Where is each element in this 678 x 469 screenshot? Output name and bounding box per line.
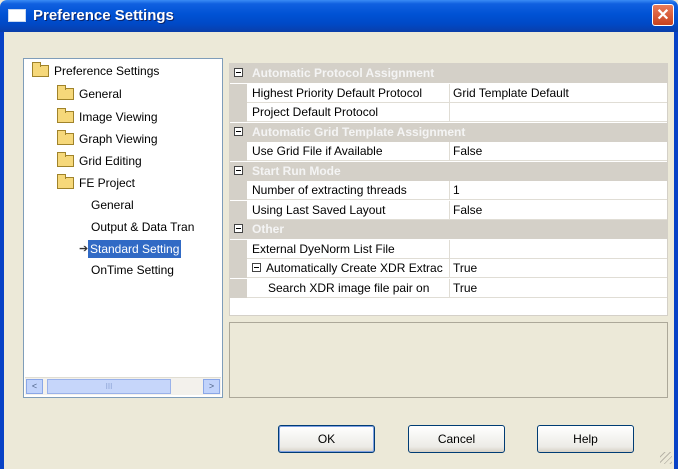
tree-horizontal-scrollbar[interactable]: < III > — [25, 377, 221, 395]
folder-icon — [57, 108, 74, 123]
column-divider[interactable] — [449, 103, 450, 122]
tree-item-label: FE Project — [79, 176, 136, 190]
row-gutter — [230, 259, 247, 278]
collapse-icon[interactable] — [234, 68, 243, 77]
row-gutter — [230, 83, 247, 103]
property-value[interactable]: 1 — [453, 183, 460, 197]
column-divider[interactable] — [449, 239, 450, 259]
property-row[interactable]: Highest Priority Default Protocol Grid Te… — [230, 83, 667, 103]
property-category[interactable]: Automatic Protocol Assignment — [230, 64, 667, 83]
help-button[interactable]: Help — [537, 425, 634, 453]
property-row[interactable]: Search XDR image file pair on True — [230, 278, 667, 298]
title-bar: Preference Settings ✕ — [0, 0, 678, 32]
property-row[interactable]: Use Grid File if Available False — [230, 142, 667, 161]
column-divider[interactable] — [449, 83, 450, 103]
folder-icon — [57, 85, 74, 100]
window-title: Preference Settings — [33, 7, 174, 24]
ok-button[interactable]: OK — [278, 425, 375, 453]
property-row[interactable]: Automatically Create XDR Extrac True — [230, 259, 667, 278]
property-row[interactable]: Using Last Saved Layout False — [230, 200, 667, 220]
category-label: Automatic Grid Template Assignment — [252, 124, 466, 139]
row-gutter — [230, 278, 247, 298]
resize-grip[interactable] — [660, 452, 672, 464]
property-row[interactable]: Number of extracting threads 1 — [230, 181, 667, 200]
column-divider[interactable] — [449, 278, 450, 298]
preference-tree[interactable]: < III > Preference Settings General Image … — [23, 58, 223, 398]
row-gutter — [230, 142, 247, 161]
tree-item-label: Standard Setting — [88, 240, 182, 258]
property-category[interactable]: Automatic Grid Template Assignment — [230, 122, 667, 142]
tree-item-label: Graph Viewing — [79, 132, 158, 146]
property-category[interactable]: Start Run Mode — [230, 161, 667, 181]
property-name: Use Grid File if Available — [252, 144, 383, 158]
scroll-thumb[interactable]: III — [47, 379, 171, 394]
collapse-icon[interactable] — [252, 263, 261, 272]
property-value[interactable]: True — [453, 281, 477, 295]
tree-item-label: Preference Settings — [54, 64, 160, 78]
description-panel — [229, 322, 668, 398]
property-value[interactable]: True — [453, 261, 477, 275]
folder-icon — [57, 130, 74, 145]
property-name: Search XDR image file pair on — [268, 280, 430, 295]
property-name: Number of extracting threads — [252, 183, 407, 197]
scroll-left-button[interactable]: < — [26, 379, 43, 394]
close-button[interactable]: ✕ — [652, 4, 674, 26]
tree-item-label: Image Viewing — [79, 110, 158, 124]
column-divider[interactable] — [449, 259, 450, 278]
folder-open-icon — [57, 174, 74, 189]
collapse-icon[interactable] — [234, 165, 243, 175]
category-label: Other — [252, 222, 285, 236]
category-label: Automatic Protocol Assignment — [252, 66, 435, 80]
collapse-icon[interactable] — [234, 224, 243, 233]
tree-item-label: Grid Editing — [79, 154, 142, 168]
property-value[interactable]: False — [453, 144, 482, 158]
category-label: Start Run Mode — [252, 163, 341, 178]
column-divider[interactable] — [449, 200, 450, 220]
tree-item-label: Output & Data Tran — [91, 220, 195, 234]
property-name: External DyeNorm List File — [252, 241, 395, 256]
folder-open-icon — [32, 62, 49, 77]
tree-item-label: General — [79, 87, 122, 101]
property-name: Highest Priority Default Protocol — [252, 85, 423, 100]
row-gutter — [230, 103, 247, 122]
column-divider[interactable] — [449, 181, 450, 200]
arrow-icon: ➔ — [79, 243, 89, 255]
collapse-icon[interactable] — [234, 126, 243, 136]
property-row[interactable]: Project Default Protocol — [230, 103, 667, 122]
property-row[interactable]: External DyeNorm List File — [230, 239, 667, 259]
row-gutter — [230, 181, 247, 200]
cancel-button[interactable]: Cancel — [408, 425, 505, 453]
row-gutter — [230, 200, 247, 220]
property-grid[interactable]: Automatic Protocol Assignment Highest Pri… — [229, 63, 668, 316]
property-name: Using Last Saved Layout — [252, 202, 386, 217]
row-gutter — [230, 239, 247, 259]
property-category[interactable]: Other — [230, 220, 667, 239]
window-icon — [8, 9, 26, 22]
tree-item-label: General — [91, 198, 134, 212]
property-name: Project Default Protocol — [252, 105, 379, 119]
column-divider[interactable] — [449, 142, 450, 161]
property-value[interactable]: Grid Template Default — [453, 86, 569, 100]
folder-icon — [57, 152, 74, 167]
window-frame-right — [674, 32, 678, 469]
property-name: Automatically Create XDR Extrac — [266, 261, 443, 275]
property-value[interactable]: False — [453, 203, 482, 217]
tree-item-label: OnTime Setting — [91, 263, 174, 277]
scroll-right-button[interactable]: > — [203, 379, 220, 394]
window-frame-left — [0, 32, 4, 469]
